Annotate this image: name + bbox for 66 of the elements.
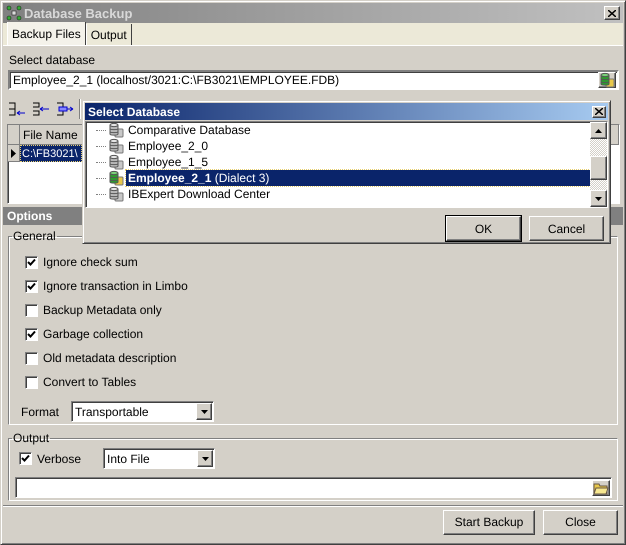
database-item[interactable]: Employee_2_0: [126, 138, 210, 154]
checkbox-label: Verbose: [37, 452, 82, 466]
checkbox[interactable]: [19, 452, 32, 465]
checkbox-label: Convert to Tables: [43, 375, 136, 389]
window-title: Database Backup: [24, 6, 134, 20]
close-window-button[interactable]: Close: [543, 510, 618, 534]
dropdown-arrow-icon: [202, 456, 208, 460]
tab[interactable]: Backup Files: [7, 22, 86, 45]
database-item[interactable]: Comparative Database: [126, 122, 253, 138]
dropdown-arrow-icon: [200, 410, 208, 414]
database-icon: [108, 138, 124, 154]
checkmark-icon: [27, 282, 36, 290]
database-icon: [108, 186, 124, 202]
start-backup-button[interactable]: Start Backup: [443, 510, 535, 534]
scrollbar[interactable]: [590, 122, 607, 207]
checkbox-label: Garbage collection: [43, 327, 144, 341]
checkbox[interactable]: [25, 352, 38, 364]
insert-row-icon: [7, 100, 27, 118]
insert-between-icon: [31, 100, 51, 118]
checkmark-icon: [27, 330, 36, 338]
table-cell[interactable]: C:\FB3021\: [20, 145, 82, 162]
format-label: Format: [21, 404, 60, 418]
database-field[interactable]: Employee_2_1 (localhost/3021:C:\FB3021\EMPLOYEE.FDB): [8, 70, 619, 90]
row-indicator[interactable]: [8, 145, 20, 162]
database-item[interactable]: Employee_1_5: [126, 154, 210, 170]
dialog-title: Select Database: [88, 104, 180, 118]
database-item[interactable]: Employee_2_1 (Dialect 3): [126, 170, 590, 186]
browse-button[interactable]: [592, 480, 610, 496]
close-icon: [608, 10, 616, 16]
down-arrow-icon: [595, 196, 602, 200]
group-title: Output: [12, 431, 50, 445]
up-arrow-icon: [595, 128, 602, 132]
field-label: Select database: [9, 53, 96, 67]
database-icon: [108, 154, 124, 170]
checkbox[interactable]: [25, 280, 38, 292]
dropdown[interactable]: Transportable: [71, 401, 214, 422]
database-icon: [599, 72, 615, 88]
checkmark-icon: [27, 258, 36, 266]
checkbox-label: Old metadata description: [43, 351, 176, 365]
cancel-button[interactable]: Cancel: [529, 216, 604, 241]
append-row-icon: [55, 100, 75, 118]
checkbox-label: Ignore check sum: [43, 255, 138, 269]
group-title: General: [12, 229, 57, 243]
output-path-field[interactable]: [15, 477, 612, 498]
checkbox-label: Backup Metadata only: [43, 303, 162, 317]
database-item[interactable]: IBExpert Download Center: [126, 186, 272, 202]
row-pointer-icon: [11, 148, 16, 158]
checkbox[interactable]: [25, 328, 38, 340]
close-button[interactable]: [604, 6, 620, 20]
database-icon: [108, 170, 124, 186]
close-button[interactable]: [592, 106, 606, 118]
scroll-thumb[interactable]: [590, 156, 607, 180]
folder-icon: [593, 480, 609, 494]
checkbox[interactable]: [25, 304, 38, 316]
scroll-up-button[interactable]: [590, 122, 607, 139]
dropdown[interactable]: Into File: [103, 448, 215, 469]
checkbox[interactable]: [25, 256, 38, 268]
checkmark-icon: [21, 454, 30, 463]
tab[interactable]: Output: [86, 24, 132, 45]
database-button[interactable]: [598, 72, 616, 88]
close-icon: [595, 108, 603, 115]
checkbox[interactable]: [25, 376, 38, 388]
checkbox-label: Ignore transaction in Limbo: [43, 279, 188, 293]
ok-button[interactable]: OK: [446, 216, 521, 241]
app-icon: [6, 5, 22, 21]
scroll-down-button[interactable]: [590, 190, 607, 207]
